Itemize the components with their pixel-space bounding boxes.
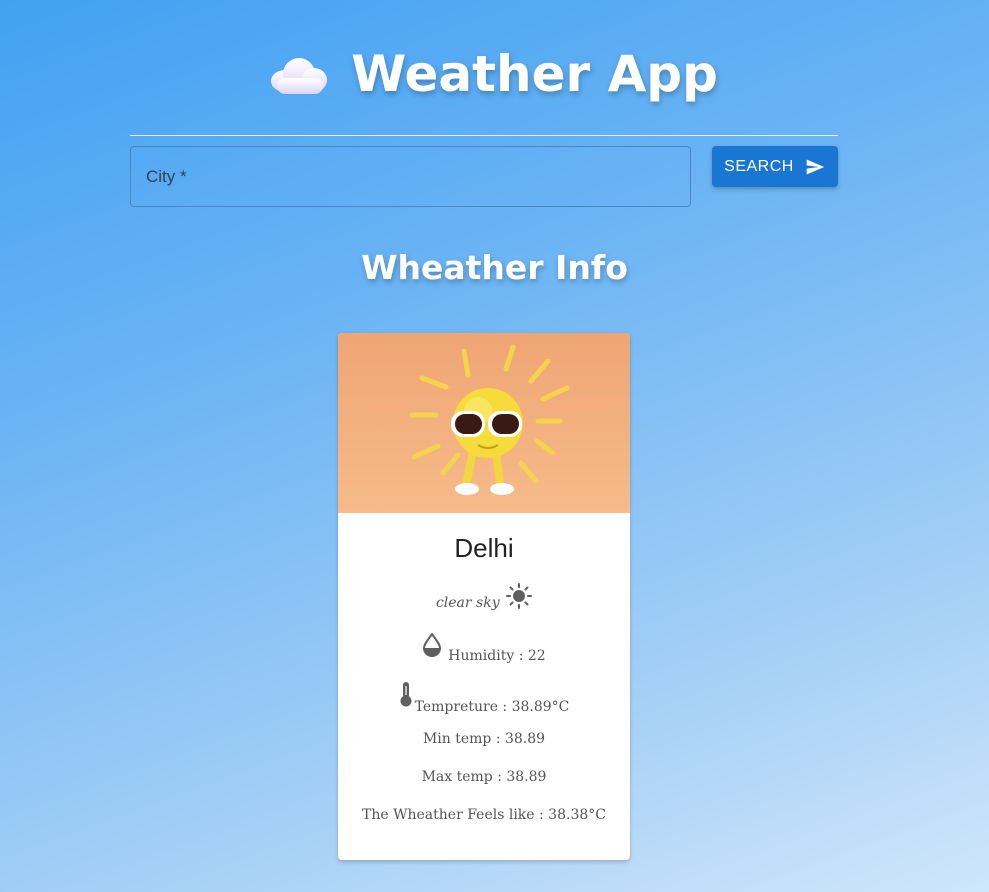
weather-image <box>338 333 630 513</box>
weather-description: clear sky <box>435 595 500 611</box>
search-button-label: SEARCH <box>724 157 794 175</box>
thermometer-icon <box>400 682 412 707</box>
temperature-text: Tempreture : 38.89°C <box>414 699 570 715</box>
city-name: Delhi <box>454 533 514 563</box>
sunny-icon <box>506 583 533 609</box>
divider <box>130 135 838 136</box>
feels-like-text: The Wheather Feels like : 38.38°C <box>362 807 606 823</box>
min-temp-text: Min temp : 38.89 <box>422 731 546 747</box>
search-button[interactable]: SEARCH <box>712 146 838 187</box>
weather-card: Delhi clear sky Humidity : 22 Tempreture… <box>338 333 630 860</box>
weather-info-heading: Wheather Info <box>361 248 628 287</box>
humidity-text: Humidity : 22 <box>448 648 546 664</box>
send-icon <box>806 159 825 174</box>
temperature-row: Tempreture : 38.89°C <box>338 681 630 715</box>
weather-description-row: clear sky <box>338 583 630 611</box>
humidity-row: Humidity : 22 <box>338 633 630 664</box>
max-temp-text: Max temp : 38.89 <box>421 769 547 785</box>
app-header: Weather App <box>0 38 989 110</box>
sun-with-sunglasses-illustration <box>409 344 570 495</box>
city-field[interactable] <box>130 146 691 207</box>
city-input[interactable] <box>131 147 690 206</box>
app-title: Weather App <box>351 45 718 103</box>
water-drop-icon <box>423 633 442 657</box>
cloud-icon <box>271 58 328 94</box>
